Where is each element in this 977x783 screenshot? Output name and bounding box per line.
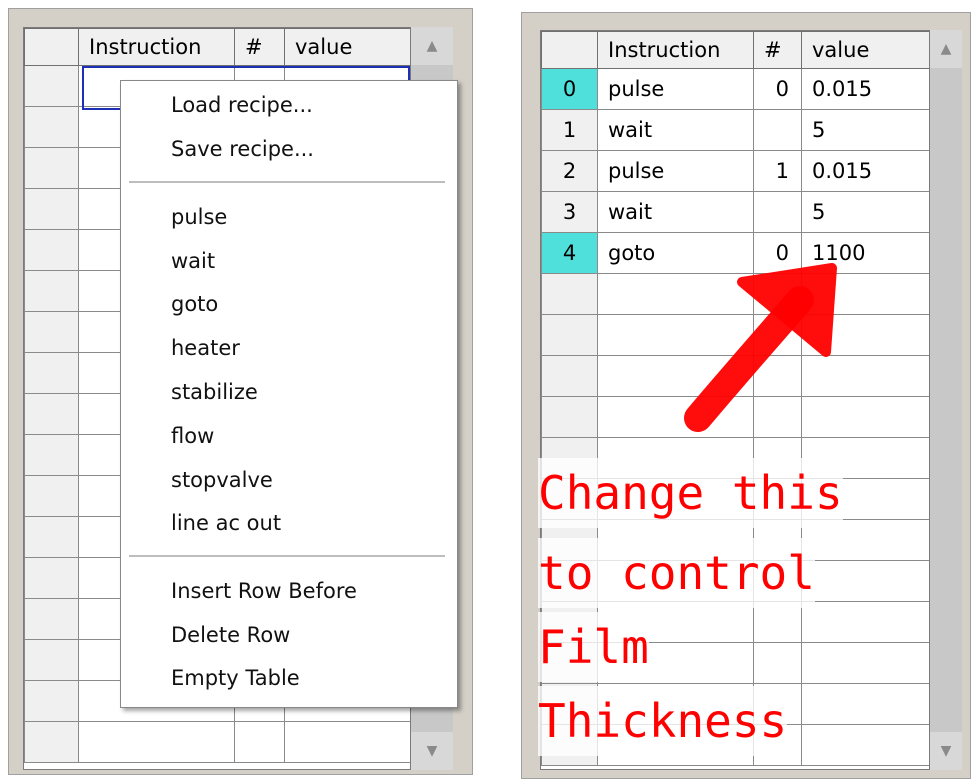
annotation-line-1: Change this (538, 458, 843, 528)
annotation-line-2: to control (538, 538, 815, 608)
annotation-line-3: Film (538, 612, 649, 682)
annotation-arrow (684, 263, 837, 432)
annotation-line-4: Thickness (538, 686, 788, 756)
